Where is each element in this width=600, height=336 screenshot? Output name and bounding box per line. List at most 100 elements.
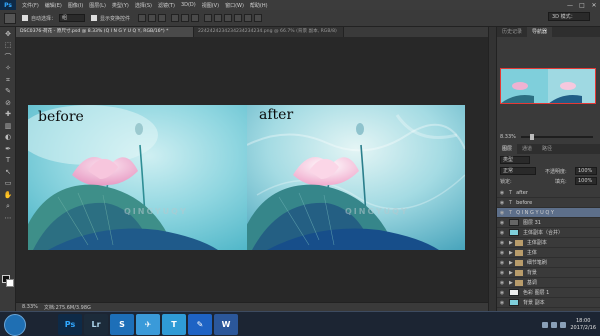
layer-row[interactable]: ◉ 背景 副本 (497, 298, 600, 308)
3d-mode-dropdown[interactable]: 3D 模式： (548, 12, 590, 21)
distribute-right-icon[interactable] (254, 14, 263, 22)
taskbar-lightroom[interactable]: Lr (84, 314, 108, 335)
menu-edit[interactable]: 编辑(E) (45, 2, 62, 9)
show-transform-checkbox[interactable] (91, 15, 98, 21)
layer-group-row[interactable]: ◉ ▶ 基调 (497, 278, 600, 288)
menu-select[interactable]: 选择(S) (135, 2, 152, 9)
chevron-right-icon[interactable]: ▶ (509, 280, 513, 286)
document-image[interactable]: before QINGYUQY after QINGYUQY (28, 105, 465, 250)
blend-mode-dropdown[interactable]: 正常 (500, 167, 536, 175)
lasso-tool-icon[interactable]: ⌒ (3, 52, 13, 62)
tab-history[interactable]: 历史记录 (497, 27, 527, 37)
clock[interactable]: 18:00 2017/2/16 (570, 318, 596, 332)
close-button[interactable]: ✕ (588, 0, 600, 10)
menu-view[interactable]: 视图(V) (202, 2, 219, 9)
path-selection-tool-icon[interactable]: ↖ (3, 167, 13, 177)
taskbar-app-plane[interactable]: ✈ (136, 314, 160, 335)
visibility-eye-icon[interactable]: ◉ (497, 240, 507, 246)
tray-network-icon[interactable] (542, 321, 549, 328)
auto-select-checkbox[interactable] (22, 15, 28, 21)
distribute-hcenter-icon[interactable] (244, 14, 253, 22)
menu-file[interactable]: 文件(F) (22, 2, 39, 9)
align-hcenter-icon[interactable] (181, 14, 190, 22)
visibility-eye-icon[interactable]: ◉ (497, 270, 507, 276)
crop-tool-icon[interactable]: ⌗ (3, 75, 13, 85)
opacity-input[interactable]: 100% (575, 167, 597, 175)
layer-group-row[interactable]: ◉ ▶ 背景 (497, 268, 600, 278)
menu-image[interactable]: 图像(I) (68, 2, 83, 9)
visibility-eye-icon[interactable]: ◉ (497, 230, 507, 236)
menu-help[interactable]: 帮助(H) (250, 2, 268, 9)
healing-brush-tool-icon[interactable]: ⊘ (3, 98, 13, 108)
align-vcenter-icon[interactable] (148, 14, 157, 22)
fill-input[interactable]: 100% (575, 177, 597, 185)
align-right-icon[interactable] (191, 14, 200, 22)
visibility-eye-icon[interactable]: ◉ (497, 220, 507, 226)
status-zoom[interactable]: 8.33% (22, 304, 38, 310)
brush-tool-icon[interactable]: ✚ (3, 109, 13, 119)
menu-filter[interactable]: 滤镜(T) (158, 2, 175, 9)
more-tools-icon[interactable]: ⋯ (3, 213, 13, 223)
collapsed-panel-strip[interactable] (488, 27, 496, 311)
taskbar-word[interactable]: W (214, 314, 238, 335)
rectangle-tool-icon[interactable]: ▭ (3, 178, 13, 188)
clone-stamp-tool-icon[interactable]: ▥ (3, 121, 13, 131)
menu-3d[interactable]: 3D(D) (181, 2, 196, 8)
distribute-bottom-icon[interactable] (224, 14, 233, 22)
tab-paths[interactable]: 路径 (537, 144, 557, 154)
distribute-vcenter-icon[interactable] (214, 14, 223, 22)
maximize-button[interactable]: □ (576, 0, 588, 10)
visibility-eye-icon[interactable]: ◉ (497, 290, 507, 296)
distribute-top-icon[interactable] (204, 14, 213, 22)
visibility-eye-icon[interactable]: ◉ (497, 210, 507, 216)
chevron-right-icon[interactable]: ▶ (509, 240, 513, 246)
visibility-eye-icon[interactable]: ◉ (497, 260, 507, 266)
align-left-icon[interactable] (171, 14, 180, 22)
background-color-swatch[interactable] (6, 279, 14, 287)
navigator-zoom-slider[interactable] (520, 134, 593, 140)
layer-group-row[interactable]: ◉ ▶ 主体 (497, 248, 600, 258)
type-tool-icon[interactable]: T (3, 155, 13, 165)
navigator-thumbnail[interactable] (500, 68, 596, 104)
taskbar-app-t[interactable]: T (162, 314, 186, 335)
visibility-eye-icon[interactable]: ◉ (497, 250, 507, 256)
menu-layer[interactable]: 图层(L) (89, 2, 106, 9)
menu-type[interactable]: 类型(Y) (112, 2, 129, 9)
distribute-left-icon[interactable] (234, 14, 243, 22)
tab-channels[interactable]: 通道 (517, 144, 537, 154)
navigator-zoom-value[interactable]: 8.33% (500, 134, 516, 140)
dodge-tool-icon[interactable]: ◐ (3, 132, 13, 142)
navigator-view-rectangle[interactable] (500, 68, 596, 104)
tray-flag-icon[interactable] (560, 321, 567, 328)
tray-volume-icon[interactable] (551, 321, 558, 328)
chevron-right-icon[interactable]: ▶ (509, 260, 513, 266)
taskbar-photoshop[interactable]: Ps (58, 314, 82, 335)
auto-select-dropdown[interactable]: 组 (59, 14, 86, 22)
layer-row[interactable]: ◉ T before (497, 198, 600, 208)
color-swatches[interactable] (2, 275, 14, 287)
layer-row[interactable]: ◉ 主体副本（合并） (497, 228, 600, 238)
zoom-tool-icon[interactable]: ⌕ (3, 201, 13, 211)
start-button[interactable] (4, 314, 26, 336)
layer-kind-filter[interactable]: 类型 (500, 156, 530, 164)
chevron-right-icon[interactable]: ▶ (509, 270, 513, 276)
tab-navigator[interactable]: 导航器 (527, 27, 553, 37)
layer-row[interactable]: ◉ T after (497, 188, 600, 198)
layer-group-row[interactable]: ◉ ▶ 细节笔刷 (497, 258, 600, 268)
tab-layers[interactable]: 图层 (497, 144, 518, 154)
hand-tool-icon[interactable]: ✋ (3, 190, 13, 200)
zoom-slider-handle[interactable] (529, 134, 534, 140)
menu-window[interactable]: 窗口(W) (225, 2, 244, 9)
move-tool-icon[interactable]: ✥ (3, 29, 13, 39)
visibility-eye-icon[interactable]: ◉ (497, 280, 507, 286)
magic-wand-tool-icon[interactable]: ✧ (3, 63, 13, 73)
marquee-tool-icon[interactable]: ⬚ (3, 40, 13, 50)
move-tool-preset-icon[interactable] (4, 12, 16, 24)
layer-group-row[interactable]: ◉ ▶ 主体副本 (497, 238, 600, 248)
tab-document-lotus[interactable]: DSC0376-荷花 - 原尺寸.psd @ 8.33% (Q I N G Y … (16, 27, 194, 37)
align-top-icon[interactable] (138, 14, 147, 22)
visibility-eye-icon[interactable]: ◉ (497, 200, 507, 206)
layer-row[interactable]: ◉ 图层 31 (497, 218, 600, 228)
taskbar-app-pen[interactable]: ✎ (188, 314, 212, 335)
eyedropper-tool-icon[interactable]: ✎ (3, 86, 13, 96)
